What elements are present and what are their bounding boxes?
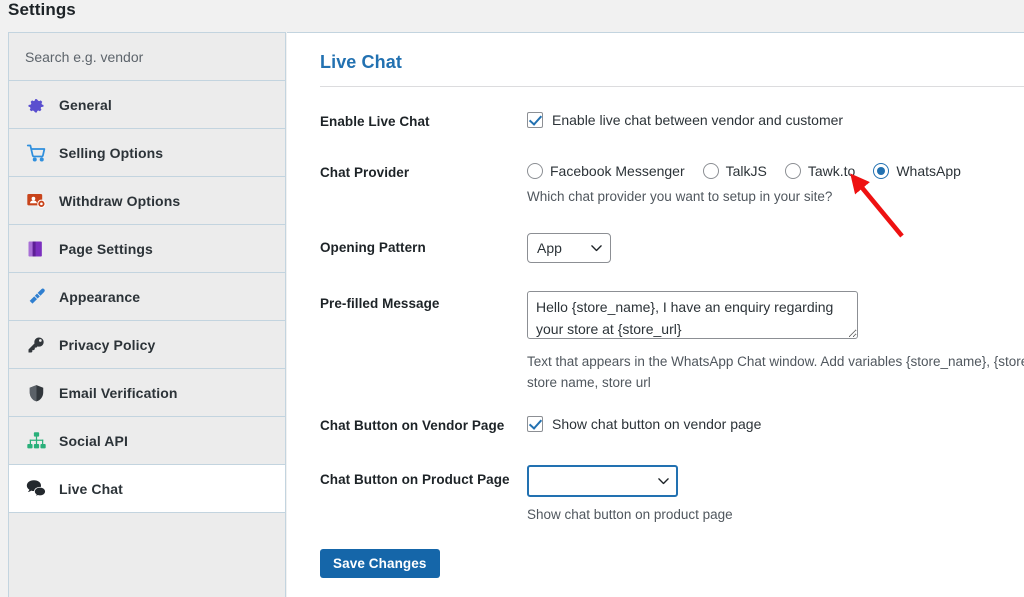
radio-facebook-messenger[interactable]: Facebook Messenger (527, 163, 685, 179)
field-product-page-button: Chat Button on Product Page Show chat bu… (320, 465, 1024, 525)
shield-icon (25, 382, 47, 404)
section-title: Live Chat (320, 52, 402, 72)
vendor-page-checkbox[interactable]: Show chat button on vendor page (527, 416, 1024, 432)
opening-pattern-select-wrap: App (527, 233, 611, 263)
field-label: Opening Pattern (320, 240, 426, 255)
enable-live-chat-checkbox[interactable]: Enable live chat between vendor and cust… (527, 112, 1024, 128)
prefilled-message-help: Text that appears in the WhatsApp Chat w… (527, 354, 1024, 390)
radio-dot[interactable] (784, 163, 801, 179)
chat-provider-radio-group: Facebook Messenger TalkJS Tawk.to WhatsA… (527, 163, 1024, 179)
sidebar-item-label: Appearance (59, 288, 141, 305)
field-label: Enable Live Chat (320, 114, 430, 129)
sidebar-item-appearance[interactable]: Appearance (9, 273, 285, 321)
radio-label: TalkJS (725, 163, 767, 179)
gear-icon (25, 94, 47, 116)
product-page-select-wrap (527, 465, 678, 497)
title-divider (320, 86, 1024, 87)
page-header: Settings (0, 0, 1024, 30)
radio-label: Tawk.to (807, 163, 856, 179)
sidebar-item-privacy-policy[interactable]: Privacy Policy (9, 321, 285, 369)
checkbox-label: Enable live chat between vendor and cust… (552, 112, 844, 128)
sidebar-item-live-chat[interactable]: Live Chat (9, 465, 285, 513)
field-enable-live-chat: Enable Live Chat Enable live chat betwee… (320, 112, 1024, 129)
sidebar-item-label: General (59, 96, 112, 113)
sidebar-item-email-verification[interactable]: Email Verification (9, 369, 285, 417)
sidebar-item-page-settings[interactable]: Page Settings (9, 225, 285, 273)
sidebar-search[interactable] (9, 33, 285, 81)
product-page-select[interactable] (527, 465, 678, 497)
sidebar-item-label: Live Chat (59, 480, 123, 497)
radio-dot[interactable] (873, 163, 890, 179)
sidebar-item-selling-options[interactable]: Selling Options (9, 129, 285, 177)
sidebar-item-label: Withdraw Options (59, 192, 181, 209)
sitemap-icon (25, 430, 47, 452)
sidebar-item-label: Page Settings (59, 240, 153, 257)
field-label: Chat Button on Vendor Page (320, 418, 505, 433)
radio-whatsapp[interactable]: WhatsApp (873, 163, 961, 179)
sidebar-item-social-api[interactable]: Social API (9, 417, 285, 465)
checkbox-box[interactable] (527, 112, 543, 128)
radio-talkjs[interactable]: TalkJS (702, 163, 767, 179)
checkbox-label: Show chat button on vendor page (552, 416, 762, 432)
product-page-help: Show chat button on product page (527, 507, 733, 522)
radio-dot[interactable] (702, 163, 719, 179)
settings-sidebar: General Selling Options (8, 32, 286, 597)
radio-label: Facebook Messenger (550, 163, 685, 179)
cart-icon (25, 142, 47, 164)
pages-icon (25, 238, 47, 260)
sidebar-item-label: Email Verification (59, 384, 178, 401)
radio-dot[interactable] (527, 163, 543, 179)
page-title: Settings (8, 0, 76, 19)
field-prefilled-message: Pre-filled Message Text that appears in … (320, 291, 1024, 393)
field-opening-pattern: Opening Pattern App (320, 233, 1024, 263)
save-row: Save Changes (320, 549, 1024, 578)
checkbox-box[interactable] (527, 416, 543, 432)
sidebar-item-withdraw-options[interactable]: Withdraw Options (9, 177, 285, 225)
field-label: Chat Provider (320, 165, 410, 180)
radio-label: WhatsApp (896, 163, 961, 179)
sidebar-item-label: Privacy Policy (59, 336, 156, 353)
field-label: Pre-filled Message (320, 296, 440, 311)
chat-provider-help: Which chat provider you want to setup in… (527, 189, 833, 204)
radio-tawkto[interactable]: Tawk.to (784, 163, 856, 179)
field-vendor-page-button: Chat Button on Vendor Page Show chat but… (320, 416, 1024, 433)
brush-icon (25, 286, 47, 308)
settings-page: Settings General Selling (0, 0, 1024, 597)
withdraw-icon (25, 190, 47, 212)
search-input[interactable] (25, 48, 285, 65)
chat-bubbles-icon (25, 478, 47, 500)
sidebar-item-label: Social API (59, 432, 128, 449)
opening-pattern-select[interactable]: App (527, 233, 611, 263)
sidebar-item-general[interactable]: General (9, 81, 285, 129)
field-chat-provider: Chat Provider Facebook Messenger TalkJS (320, 163, 1024, 207)
save-changes-button[interactable]: Save Changes (320, 549, 440, 578)
field-label: Chat Button on Product Page (320, 472, 510, 487)
settings-content: Live Chat Enable Live Chat Enable live c… (287, 32, 1024, 597)
prefilled-message-textarea[interactable] (527, 291, 858, 339)
key-icon (25, 334, 47, 356)
sidebar-item-label: Selling Options (59, 144, 164, 161)
